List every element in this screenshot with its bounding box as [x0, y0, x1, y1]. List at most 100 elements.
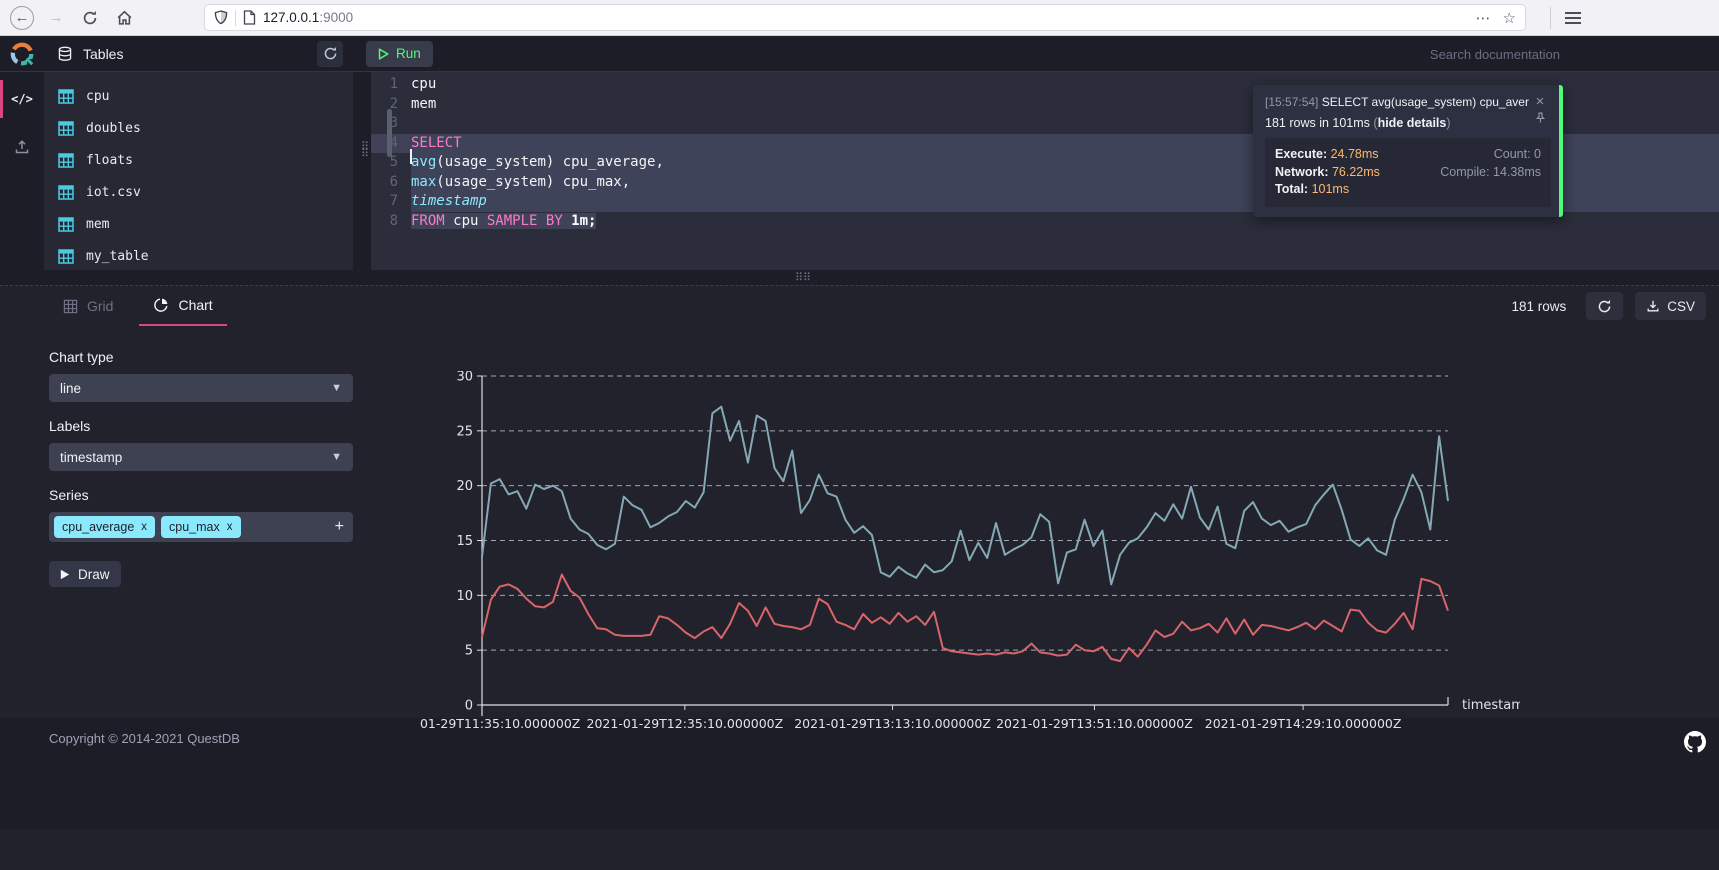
browser-chrome: ← → 127.0.0.1:9000 ⋯ ☆ [0, 0, 1719, 36]
editor-scrollbar[interactable] [387, 109, 392, 157]
series-chip-cpu_average[interactable]: cpu_averagex [54, 516, 155, 538]
line-chart[interactable]: 0510152025302021-01-29T11:35:10.000000Z2… [420, 371, 1520, 746]
notification-summary: 181 rows in 101ms (hide details) [1265, 116, 1529, 130]
pin-icon[interactable] [1534, 111, 1547, 125]
labels-select[interactable]: timestamp ▼ [49, 443, 353, 471]
chart-type-select[interactable]: line ▼ [49, 374, 353, 402]
add-series-button[interactable]: + [335, 518, 344, 536]
results-refresh-button[interactable] [1586, 292, 1623, 320]
table-icon [58, 185, 74, 200]
panel-gap [353, 72, 371, 270]
svg-text:15: 15 [456, 534, 473, 549]
table-name: mem [86, 217, 109, 232]
svg-text:timestamp: timestamp [1462, 698, 1520, 713]
hide-details-link[interactable]: hide details [1378, 116, 1447, 130]
notification-details: Execute: 24.78ms Network: 76.22ms Total:… [1265, 138, 1551, 207]
url-text: 127.0.0.1:9000 [263, 10, 1469, 25]
chevron-down-icon: ▼ [331, 382, 342, 394]
chart-area: 0510152025302021-01-29T11:35:10.000000Z2… [353, 326, 1719, 746]
remove-series-icon[interactable]: x [141, 521, 147, 533]
table-item-floats[interactable]: floats [44, 144, 353, 176]
notification-query: [15:57:54] SELECT avg(usage_system) cpu_… [1265, 95, 1529, 109]
upload-icon [14, 139, 30, 155]
browser-menu-icon[interactable] [1565, 11, 1581, 25]
table-item-cpu[interactable]: cpu [44, 80, 353, 112]
table-name: cpu [86, 89, 109, 104]
remove-series-icon[interactable]: x [227, 521, 233, 533]
tables-refresh-button[interactable] [317, 41, 343, 67]
left-rail: </> [0, 72, 44, 270]
chart-controls: Chart type line ▼ Labels timestamp ▼ Ser… [0, 326, 353, 746]
line-number: 7 [371, 192, 411, 212]
urlbar-divider [235, 10, 236, 26]
svg-text:5: 5 [465, 644, 473, 659]
table-name: my_table [86, 249, 149, 264]
browser-forward-button[interactable]: → [44, 6, 68, 30]
refresh-icon [1597, 299, 1612, 314]
table-item-mem[interactable]: mem [44, 208, 353, 240]
shield-icon [214, 10, 228, 25]
svg-text:25: 25 [456, 424, 473, 439]
table-item-my-table[interactable]: my_table [44, 240, 353, 272]
svg-text:0: 0 [465, 699, 473, 714]
table-icon [58, 249, 74, 264]
svg-text:30: 30 [456, 371, 473, 385]
table-item-doubles[interactable]: doubles [44, 112, 353, 144]
labels-label: Labels [49, 418, 353, 434]
query-notification-popup: [15:57:54] SELECT avg(usage_system) cpu_… [1253, 85, 1563, 217]
run-button[interactable]: Run [366, 41, 433, 67]
tab-grid[interactable]: Grid [49, 286, 127, 326]
table-icon [58, 153, 74, 168]
table-icon [58, 217, 74, 232]
series-chip-cpu_max[interactable]: cpu_max x [161, 516, 240, 538]
draw-button[interactable]: Draw [49, 561, 121, 587]
download-icon [1646, 299, 1660, 313]
rows-count: 181 rows [1511, 299, 1566, 314]
svg-text:20: 20 [456, 479, 473, 494]
copyright-text: Copyright © 2014-2021 QuestDB [49, 731, 240, 746]
table-icon [58, 121, 74, 136]
line-number: 8 [371, 212, 411, 232]
svg-text:2021-01-29T13:51:10.000000Z: 2021-01-29T13:51:10.000000Z [996, 716, 1193, 731]
rail-import-item[interactable] [0, 130, 44, 164]
browser-home-button[interactable] [112, 6, 136, 30]
toolbar-divider [1550, 7, 1551, 29]
chart-type-label: Chart type [49, 349, 353, 365]
page-actions-icon[interactable]: ⋯ [1476, 9, 1491, 27]
horizontal-splitter[interactable]: ⠿⠿ [0, 270, 1719, 285]
line-number: 6 [371, 173, 411, 193]
page-icon [243, 10, 256, 25]
download-csv-button[interactable]: CSV [1635, 292, 1706, 320]
splitter-handle-icon: ⠿⠿ [795, 271, 811, 284]
svg-text:2021-01-29T13:13:10.000000Z: 2021-01-29T13:13:10.000000Z [794, 716, 991, 731]
tab-chart[interactable]: Chart [139, 286, 226, 326]
chevron-down-icon: ▼ [331, 451, 342, 463]
table-name: floats [86, 153, 133, 168]
grid-icon [63, 299, 78, 314]
series-label: Series [49, 487, 353, 503]
browser-refresh-button[interactable] [78, 6, 102, 30]
questdb-logo[interactable] [0, 36, 44, 71]
close-icon[interactable]: × [1536, 95, 1545, 109]
results-section: Grid Chart 181 rows CSV Chart type [0, 285, 1719, 718]
table-name: iot.csv [86, 185, 141, 200]
table-name: doubles [86, 121, 141, 136]
svg-text:2021-01-29T12:35:10.000000Z: 2021-01-29T12:35:10.000000Z [587, 716, 784, 731]
database-icon [57, 46, 73, 62]
line-number: 1 [371, 75, 411, 95]
url-bar[interactable]: 127.0.0.1:9000 ⋯ ☆ [204, 4, 1526, 31]
series-input[interactable]: cpu_averagex cpu_max x + [49, 512, 353, 542]
vertical-splitter-handle[interactable]: ⠿⠿ [361, 144, 367, 158]
table-icon [58, 89, 74, 104]
tables-panel: cpu doubles floats iot.csv mem my_table [44, 72, 353, 270]
series-chip-label: cpu_max [169, 520, 220, 534]
browser-back-button[interactable]: ← [10, 6, 34, 30]
search-documentation-input[interactable]: Search documentation [1414, 44, 1560, 65]
bookmark-star-icon[interactable]: ☆ [1503, 9, 1516, 27]
svg-text:2021-01-29T14:29:10.000000Z: 2021-01-29T14:29:10.000000Z [1205, 716, 1402, 731]
rail-console-item[interactable]: </> [0, 82, 44, 116]
play-icon [378, 48, 389, 60]
pie-chart-icon [153, 297, 169, 313]
app-topbar: Tables Run Search documentation [0, 36, 1719, 72]
table-item-iot-csv[interactable]: iot.csv [44, 176, 353, 208]
